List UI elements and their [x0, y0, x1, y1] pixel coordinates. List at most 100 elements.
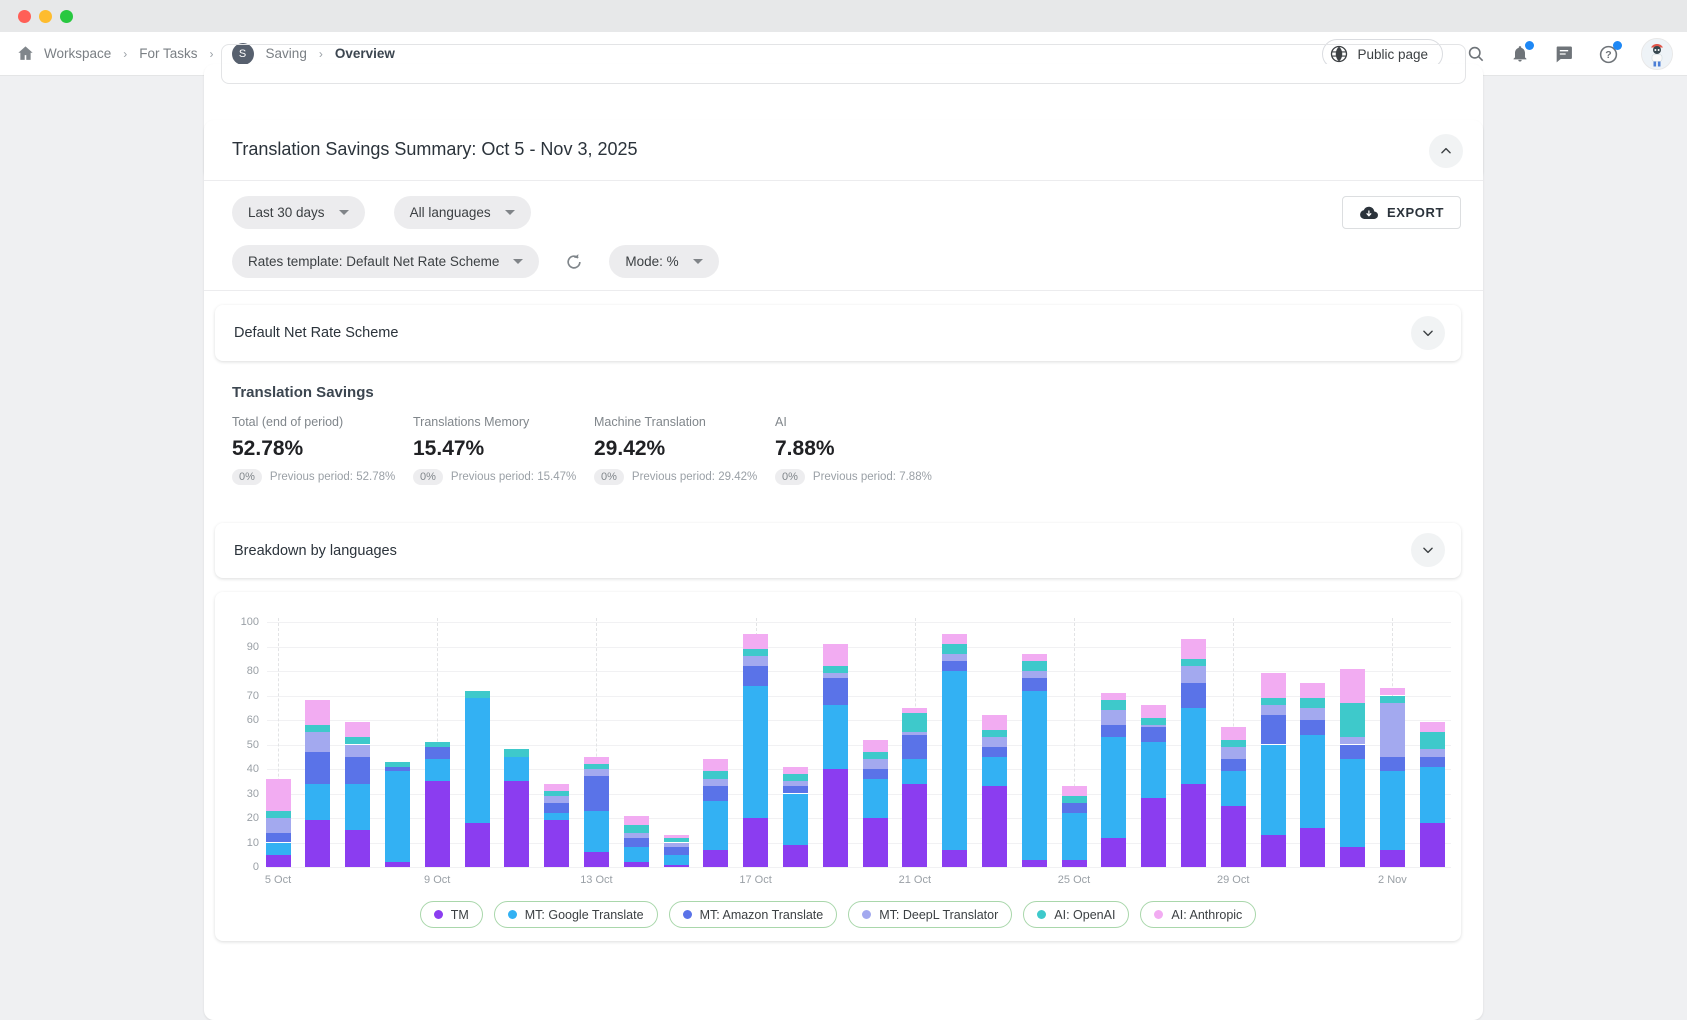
bar-segment[interactable]	[982, 747, 1007, 757]
bar-segment[interactable]	[1300, 828, 1325, 867]
bar-segment[interactable]	[982, 730, 1007, 737]
mode-dropdown[interactable]: Mode: %	[609, 245, 718, 278]
bar-segment[interactable]	[703, 771, 728, 778]
bar-segment[interactable]	[1141, 742, 1166, 798]
bar-segment[interactable]	[1261, 698, 1286, 705]
bar-segment[interactable]	[1300, 720, 1325, 735]
bar-segment[interactable]	[743, 818, 768, 867]
bar-segment[interactable]	[345, 737, 370, 744]
bar-segment[interactable]	[982, 786, 1007, 867]
bar-segment[interactable]	[1261, 673, 1286, 698]
export-button[interactable]: EXPORT	[1342, 196, 1461, 229]
bar-segment[interactable]	[982, 715, 1007, 730]
bar-segment[interactable]	[1420, 732, 1445, 749]
bar-segment[interactable]	[504, 749, 529, 756]
bar-segment[interactable]	[902, 784, 927, 867]
bar-segment[interactable]	[664, 865, 689, 867]
bar-segment[interactable]	[544, 820, 569, 867]
bar-segment[interactable]	[425, 747, 450, 759]
bar-segment[interactable]	[385, 862, 410, 867]
bar-segment[interactable]	[1101, 710, 1126, 725]
bar-segment[interactable]	[982, 737, 1007, 747]
bar-segment[interactable]	[1420, 722, 1445, 732]
bar-segment[interactable]	[1221, 727, 1246, 739]
bar-segment[interactable]	[1141, 798, 1166, 867]
bar-segment[interactable]	[305, 700, 330, 725]
bar-segment[interactable]	[783, 786, 808, 793]
bar-segment[interactable]	[1181, 784, 1206, 867]
bar-segment[interactable]	[1062, 860, 1087, 867]
bar-segment[interactable]	[1062, 796, 1087, 803]
legend-item[interactable]: MT: Google Translate	[494, 901, 658, 928]
bar-segment[interactable]	[1221, 771, 1246, 805]
legend-item[interactable]: MT: DeepL Translator	[848, 901, 1012, 928]
rate-scheme-card[interactable]: Default Net Rate Scheme	[215, 305, 1461, 361]
bar-segment[interactable]	[743, 686, 768, 818]
bar-segment[interactable]	[743, 634, 768, 649]
bar-segment[interactable]	[664, 838, 689, 843]
bar-segment[interactable]	[743, 666, 768, 686]
bar-segment[interactable]	[584, 776, 609, 810]
breadcrumb-workspace[interactable]: Workspace	[44, 46, 111, 61]
bar-segment[interactable]	[902, 735, 927, 760]
bar-segment[interactable]	[1380, 757, 1405, 772]
bar-segment[interactable]	[1062, 786, 1087, 796]
bar-segment[interactable]	[1340, 737, 1365, 744]
bar-segment[interactable]	[465, 698, 490, 823]
bar-segment[interactable]	[863, 818, 888, 867]
bar-segment[interactable]	[425, 742, 450, 747]
bar-segment[interactable]	[1022, 661, 1047, 671]
bar-segment[interactable]	[902, 708, 927, 713]
search-icon[interactable]	[1465, 43, 1487, 65]
help-icon[interactable]: ?	[1597, 43, 1619, 65]
bar-segment[interactable]	[902, 713, 927, 733]
bar-segment[interactable]	[664, 843, 689, 848]
rates-template-dropdown[interactable]: Rates template: Default Net Rate Scheme	[232, 245, 539, 278]
bar-segment[interactable]	[823, 678, 848, 705]
window-minimize-button[interactable]	[39, 10, 52, 23]
bar-segment[interactable]	[1181, 708, 1206, 784]
bar-segment[interactable]	[1340, 847, 1365, 867]
bar-segment[interactable]	[783, 845, 808, 867]
bar-segment[interactable]	[1300, 683, 1325, 698]
bar-segment[interactable]	[544, 796, 569, 803]
bar-segment[interactable]	[266, 833, 291, 843]
bar-segment[interactable]	[1300, 735, 1325, 828]
bar-segment[interactable]	[1380, 771, 1405, 849]
bar-segment[interactable]	[266, 779, 291, 811]
bar-segment[interactable]	[823, 769, 848, 867]
bar-segment[interactable]	[305, 784, 330, 821]
bar-segment[interactable]	[783, 781, 808, 786]
bar-segment[interactable]	[1261, 705, 1286, 715]
bar-segment[interactable]	[1380, 850, 1405, 867]
bar-segment[interactable]	[345, 830, 370, 867]
bar-segment[interactable]	[504, 781, 529, 867]
bar-segment[interactable]	[823, 666, 848, 673]
bar-segment[interactable]	[1261, 745, 1286, 836]
bar-segment[interactable]	[584, 811, 609, 853]
bar-segment[interactable]	[1380, 688, 1405, 695]
legend-item[interactable]: AI: OpenAI	[1023, 901, 1129, 928]
bar-segment[interactable]	[1022, 654, 1047, 661]
bar-segment[interactable]	[1141, 705, 1166, 717]
bar-segment[interactable]	[425, 759, 450, 781]
bar-segment[interactable]	[584, 769, 609, 776]
bar-segment[interactable]	[1420, 749, 1445, 756]
rate-scheme-expand-button[interactable]	[1411, 316, 1445, 350]
bar-segment[interactable]	[1261, 715, 1286, 744]
bar-segment[interactable]	[1221, 740, 1246, 747]
bar-segment[interactable]	[584, 764, 609, 769]
bar-segment[interactable]	[942, 644, 967, 654]
chat-icon[interactable]	[1553, 43, 1575, 65]
bar-segment[interactable]	[1261, 835, 1286, 867]
bar-segment[interactable]	[1062, 803, 1087, 813]
bar-segment[interactable]	[1101, 693, 1126, 700]
bar-segment[interactable]	[1380, 703, 1405, 757]
bar-segment[interactable]	[544, 813, 569, 820]
bar-segment[interactable]	[664, 855, 689, 865]
bar-segment[interactable]	[465, 691, 490, 698]
bar-segment[interactable]	[703, 850, 728, 867]
bar-segment[interactable]	[624, 862, 649, 867]
bar-segment[interactable]	[266, 811, 291, 818]
bar-segment[interactable]	[544, 803, 569, 813]
